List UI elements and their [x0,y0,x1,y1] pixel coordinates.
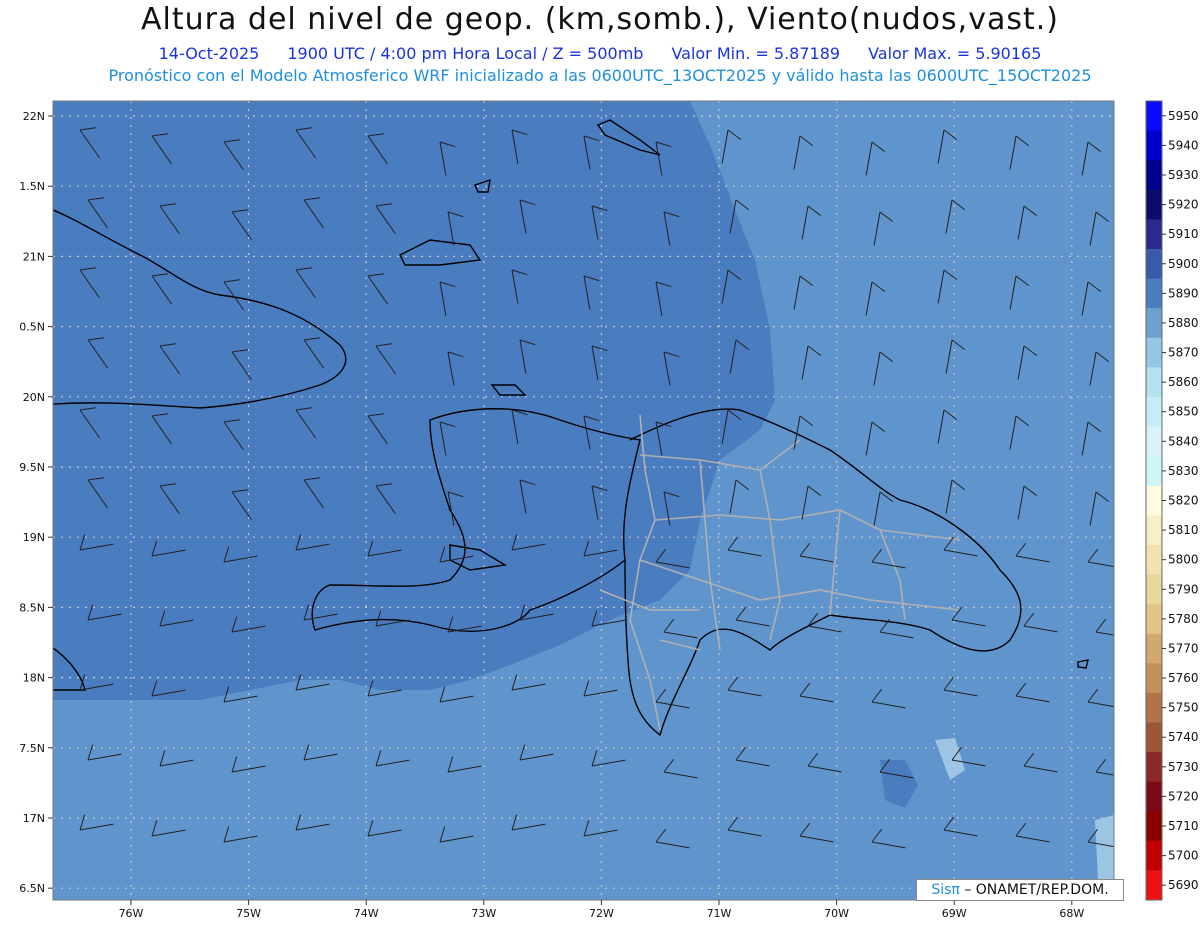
colorbar-swatch [1146,633,1162,664]
colorbar-swatch [1146,248,1162,280]
credit-box: Sisπ – ONAMET/REP.DOM. [916,879,1124,901]
colorbar-swatch [1146,840,1162,871]
colorbar-label: 5830 [1168,464,1199,478]
colorbar-swatch [1146,130,1162,161]
geopotential-field-light-patch [1095,815,1114,880]
colorbar-label: 5700 [1168,849,1199,863]
map-canvas: 22N 1.5N 21N 0.5N 20N 9.5N 19N 8.5N 18N 7.5N 17N 6.… [19,100,1199,920]
colorbar-swatch [1146,189,1162,220]
colorbar-swatch [1146,722,1162,753]
lat-label: 1.5N [19,180,45,193]
min-value: Valor Min. = 5.87189 [671,44,841,63]
colorbar-swatch [1146,337,1162,368]
colorbar-label: 5930 [1168,168,1199,182]
lon-label: 71W [707,907,732,920]
colorbar-swatch [1146,663,1162,694]
lat-label: 7.5N [19,742,45,755]
lat-label: 17N [23,812,45,825]
lat-label: 22N [23,110,45,123]
colorbar-label: 5890 [1168,286,1199,300]
lon-label: 76W [119,907,144,920]
lon-label: 68W [1059,907,1084,920]
colorbar-swatch [1146,574,1162,605]
colorbar-label: 5690 [1168,878,1199,892]
colorbar-swatch [1146,396,1162,428]
colorbar-label: 5920 [1168,198,1199,212]
map-title: Altura del nivel de geop. (km,somb.), Vi… [141,2,1059,37]
lat-label: 19N [23,531,45,544]
lon-label: 75W [236,907,261,920]
colorbar-swatch [1146,426,1162,457]
lat-label: 9.5N [19,461,45,474]
colorbar-swatch [1146,870,1162,901]
credit-sis: Sisπ [931,882,960,898]
colorbar-label: 5770 [1168,641,1199,655]
colorbar-label: 5750 [1168,701,1199,715]
colorbar-label: 5810 [1168,523,1199,537]
colorbar-label: 5800 [1168,553,1199,567]
max-value: Valor Max. = 5.90165 [868,44,1042,63]
colorbar-label: 5900 [1168,257,1199,271]
forecast-date: 14-Oct-2025 [158,44,260,63]
header: Altura del nivel de geop. (km,somb.), Vi… [0,0,1200,100]
lat-label: 21N [23,250,45,263]
colorbar-label: 5840 [1168,434,1199,448]
colorbar-swatch [1146,160,1162,191]
longitude-labels: 76W 75W 74W 73W 72W 71W 70W 69W 68W [119,900,1084,920]
colorbar-label: 5870 [1168,346,1199,360]
lon-label: 70W [824,907,849,920]
colorbar-label: 5780 [1168,612,1199,626]
lat-label: 6.5N [19,882,45,895]
lon-label: 72W [589,907,614,920]
colorbar-swatch [1146,515,1162,546]
colorbar-label: 5950 [1168,109,1199,123]
colorbar-label: 5880 [1168,316,1199,330]
colorbar-label: 5740 [1168,730,1199,744]
colorbar-swatch [1146,692,1162,723]
lat-label: 0.5N [19,321,45,334]
colorbar-label: 5850 [1168,405,1199,419]
colorbar-label: 5720 [1168,789,1199,803]
colorbar-swatch [1146,278,1162,309]
colorbar-swatch [1146,456,1162,487]
colorbar-label: 5940 [1168,138,1199,152]
lat-label: 18N [23,672,45,685]
credit-org: – ONAMET/REP.DOM. [964,882,1109,898]
colorbar-label: 5910 [1168,227,1199,241]
colorbar-label: 5760 [1168,671,1199,685]
colorbar-label: 5860 [1168,375,1199,389]
colorbar-swatch [1146,485,1162,516]
colorbar-swatch [1146,544,1162,575]
lon-label: 69W [942,907,967,920]
colorbar-swatch [1146,219,1162,250]
lon-label: 74W [354,907,379,920]
colorbar-label: 5730 [1168,760,1199,774]
latitude-labels: 22N 1.5N 21N 0.5N 20N 9.5N 19N 8.5N 18N 7.5N 17N 6.… [19,110,53,895]
colorbar-swatch [1146,367,1162,398]
plot-area [53,101,1114,900]
lon-label: 73W [471,907,496,920]
colorbar-swatch [1146,781,1162,812]
colorbar-swatch [1146,752,1162,783]
lat-label: 20N [23,391,45,404]
forecast-time: 1900 UTC / 4:00 pm Hora Local / Z = 500m… [287,44,644,63]
colorbar-swatch [1146,101,1162,132]
colorbar-label: 5820 [1168,494,1199,508]
colorbar-swatch [1146,604,1162,635]
model-subtitle: Pronóstico con el Modelo Atmosferico WRF… [108,66,1092,85]
colorbar-swatch [1146,811,1162,842]
valid-time-line: 14-Oct-2025 1900 UTC / 4:00 pm Hora Local… [0,44,1200,63]
colorbar-label: 5790 [1168,582,1199,596]
colorbar-swatch [1146,308,1162,339]
colorbar-label: 5710 [1168,819,1199,833]
lat-label: 8.5N [19,601,45,614]
colorbar: 5950 5940 5930 5920 5910 5900 5890 5880 5870 5860… [1145,100,1199,901]
